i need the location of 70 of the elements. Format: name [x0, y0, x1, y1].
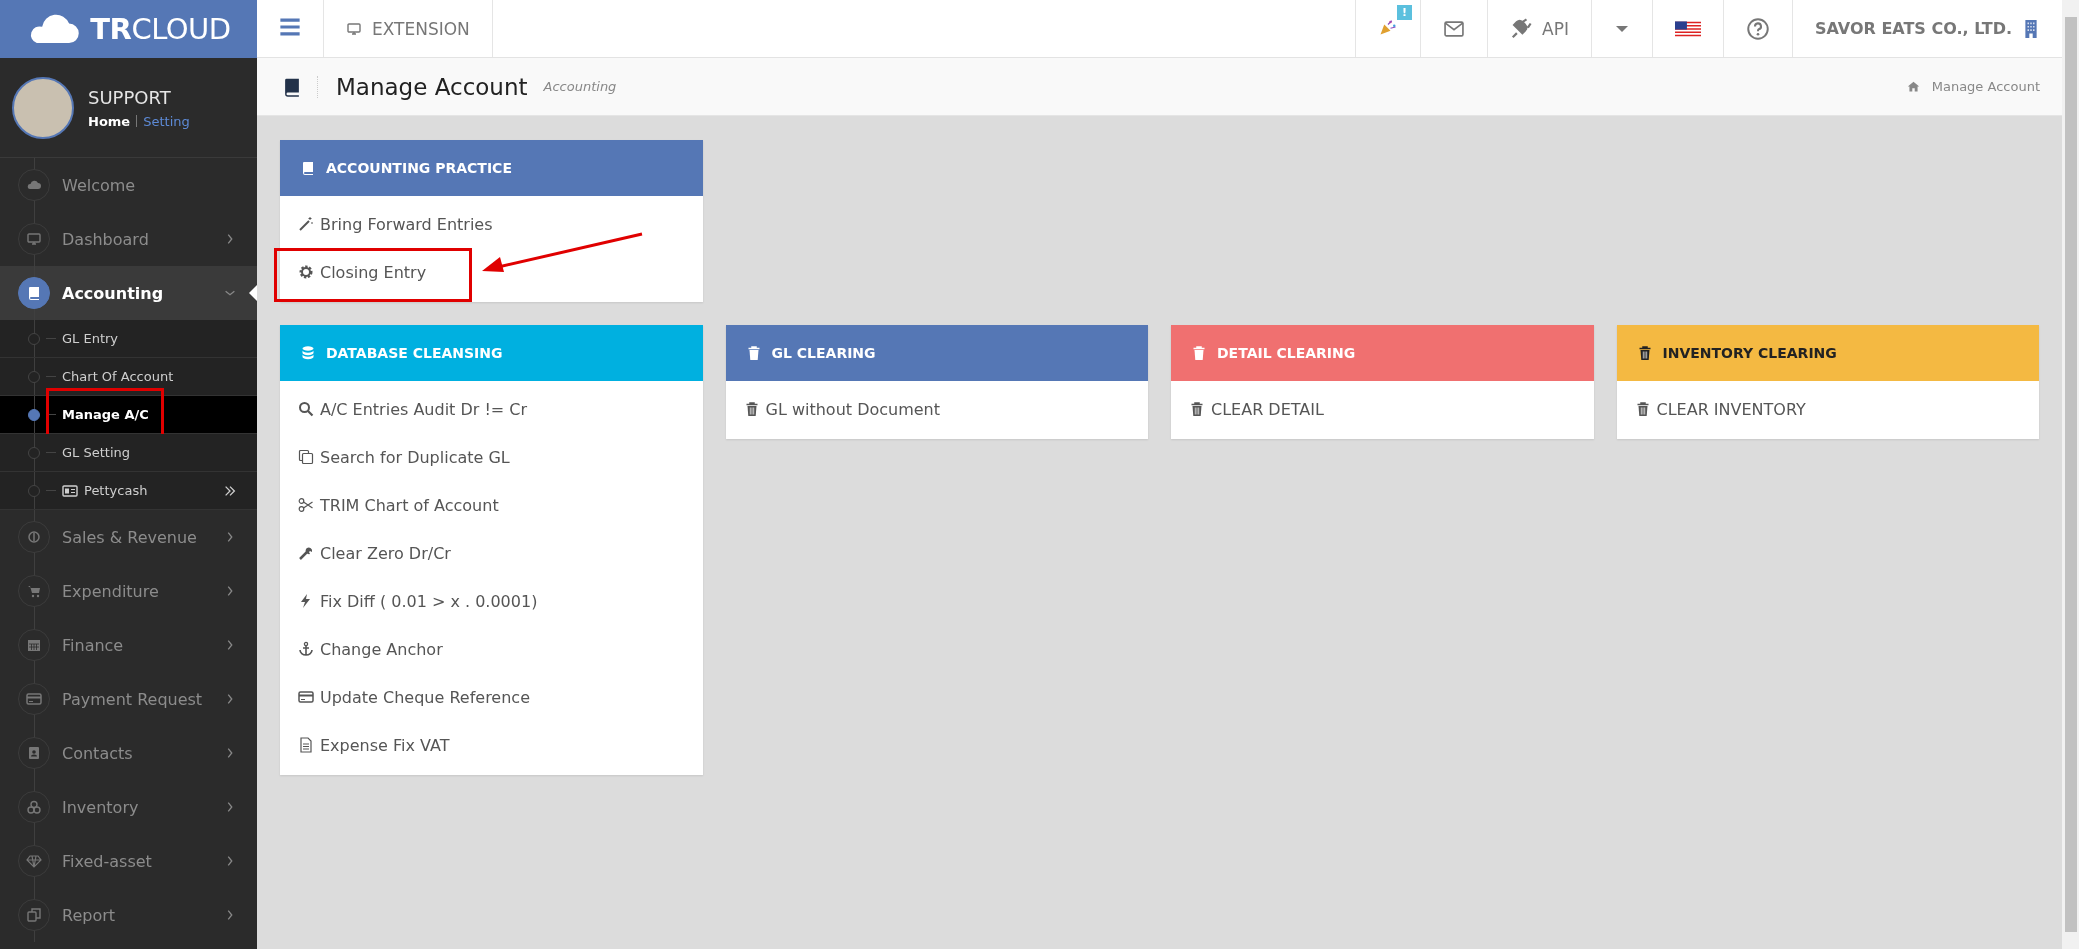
page-subtitle: Accounting — [543, 79, 617, 94]
panel-link[interactable]: Closing Entry — [280, 248, 703, 296]
trash-icon — [1189, 401, 1205, 417]
help-icon — [1745, 16, 1770, 41]
copy-icon — [26, 907, 42, 923]
panel-title: ACCOUNTING PRACTICE — [326, 160, 512, 176]
scrollbar[interactable] — [2062, 0, 2079, 949]
timeline-dot — [28, 370, 40, 383]
panel-link[interactable]: Bring Forward Entries — [280, 200, 703, 248]
panel-link[interactable]: Search for Duplicate GL — [280, 433, 703, 481]
timeline-dot — [28, 446, 40, 459]
sidebar-subitem[interactable]: Pettycash — [0, 472, 257, 510]
copy-icon — [298, 449, 314, 465]
page-title: Manage Account — [336, 73, 528, 100]
panel-link[interactable]: Change Anchor — [280, 625, 703, 673]
home-icon — [1906, 80, 1920, 93]
magic-wand-icon — [298, 216, 314, 232]
profile-link[interactable]: Setting — [143, 113, 190, 129]
panel-link[interactable]: Expense Fix VAT — [280, 721, 703, 769]
timeline-dot — [28, 332, 40, 345]
calendar-icon — [26, 637, 42, 653]
panel-link[interactable]: Fix Diff ( 0.01 > x . 0.0001) — [280, 577, 703, 625]
panel-link[interactable]: Update Cheque Reference — [280, 673, 703, 721]
wrench-icon — [298, 545, 314, 561]
panel-link[interactable]: CLEAR DETAIL — [1171, 385, 1594, 433]
id-card-icon — [62, 482, 78, 499]
panel-link[interactable]: TRIM Chart of Account — [280, 481, 703, 529]
monitor-icon — [346, 20, 362, 37]
sidebar-subitem[interactable]: Manage A/C — [0, 396, 257, 434]
document-icon — [298, 737, 314, 753]
notification-badge: ! — [1397, 4, 1413, 20]
sidebar-subitem[interactable]: GL Entry — [0, 320, 257, 358]
cart-icon — [26, 583, 42, 599]
contact-card-icon — [26, 745, 42, 761]
panel-title: DATABASE CLEANSING — [326, 345, 503, 361]
scissors-icon — [298, 497, 314, 513]
panel-title: DETAIL CLEARING — [1217, 345, 1356, 361]
panel-link[interactable]: GL without Document — [725, 385, 1148, 433]
search-icon — [298, 401, 314, 417]
sidebar-item[interactable]: Accounting — [0, 266, 257, 320]
user-name: SUPPORT — [88, 86, 172, 108]
trash-icon — [1191, 345, 1207, 361]
profile-link[interactable]: Home — [88, 113, 131, 129]
diamond-icon — [26, 853, 42, 869]
database-icon — [300, 345, 316, 361]
monitor-icon — [26, 231, 42, 247]
panel-link[interactable]: Clear Zero Dr/Cr — [280, 529, 703, 577]
api-button[interactable]: API — [1487, 0, 1591, 57]
double-chevron-icon — [223, 483, 237, 498]
plug-icon — [1510, 17, 1533, 40]
panel-title: GL CLEARING — [771, 345, 876, 361]
timeline-dot — [28, 484, 40, 497]
coin-icon — [26, 529, 42, 545]
gear-icon — [298, 264, 314, 280]
selection-pointer — [249, 285, 257, 301]
book-icon — [26, 285, 42, 301]
panel-title: INVENTORY CLEARING — [1662, 345, 1837, 361]
brand-logo-text: TRCLOUD — [90, 12, 231, 46]
anchor-icon — [298, 641, 314, 657]
flag-icon — [1674, 19, 1701, 38]
timeline-dot — [28, 408, 40, 421]
credit-card-icon — [298, 689, 314, 705]
book-icon — [300, 160, 316, 176]
panel-link[interactable]: A/C Entries Audit Dr != Cr — [280, 385, 703, 433]
extension-button[interactable]: EXTENSION — [324, 0, 493, 57]
sidebar-subitem[interactable]: Chart Of Account — [0, 358, 257, 396]
panel-link[interactable]: CLEAR INVENTORY — [1616, 385, 2039, 433]
sidebar-subitem[interactable]: GL Setting — [0, 434, 257, 472]
boxes-icon — [26, 799, 42, 815]
credit-card-icon — [26, 691, 42, 707]
